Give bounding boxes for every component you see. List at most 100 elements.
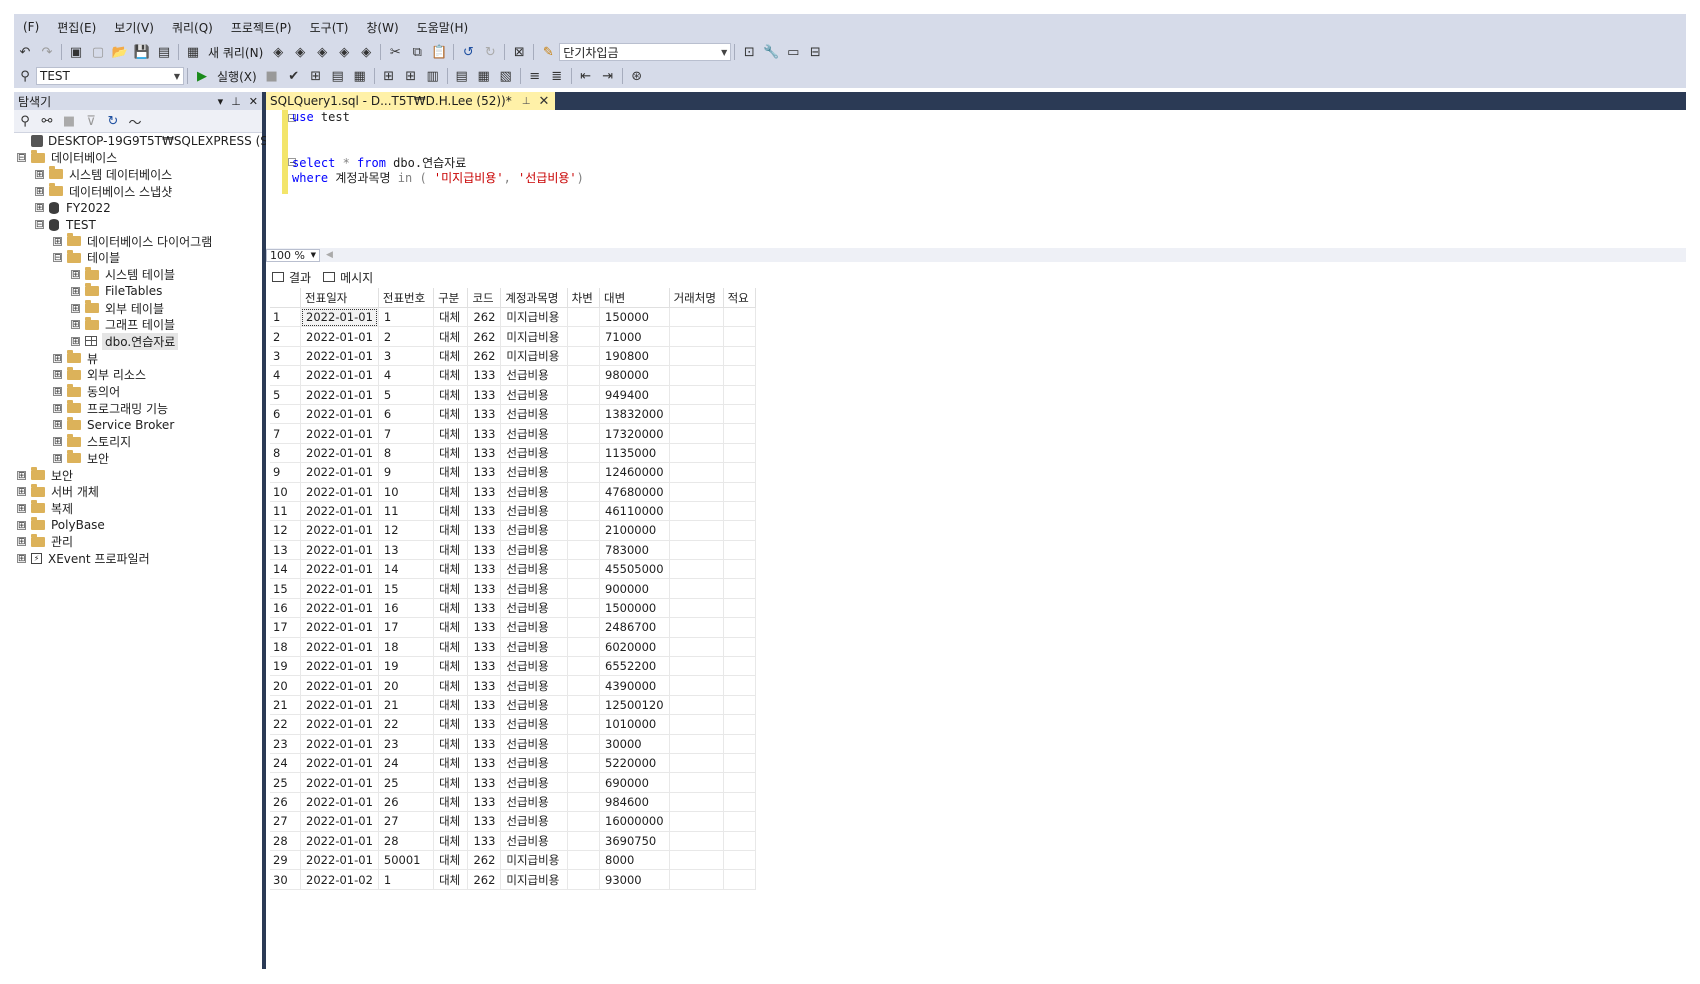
database-combo[interactable]: TEST ▼ (36, 67, 184, 85)
table-row[interactable]: 13 2022-01-01 13 대체 133 선급비용 783000 (270, 540, 756, 561)
grid-cell[interactable]: 2022-01-01 (300, 850, 379, 871)
specify-values-icon[interactable]: ⊛ (626, 66, 648, 86)
new-query-icon[interactable]: ▦ (182, 42, 204, 62)
column-header[interactable]: 계정과목명 (500, 288, 568, 308)
grid-cell[interactable] (567, 559, 601, 580)
grid-cell[interactable]: 15 (378, 578, 435, 599)
grid-cell[interactable]: 대체 (433, 482, 469, 502)
table-row[interactable]: 12 2022-01-01 12 대체 133 선급비용 2100000 (270, 520, 756, 541)
redo-icon[interactable]: ↻ (479, 42, 501, 62)
grid-cell[interactable]: 대체 (433, 501, 469, 522)
grid-cell[interactable] (567, 404, 601, 425)
grid-cell[interactable]: 133 (467, 637, 502, 658)
grid-cell[interactable] (567, 385, 601, 405)
grid-cell[interactable]: 2022-01-01 (300, 346, 379, 367)
table-row[interactable]: 1 2022-01-01 1 대체 262 미지급비용 150000 (270, 307, 756, 328)
table-row[interactable]: 25 2022-01-01 25 대체 133 선급비용 690000 (270, 772, 756, 793)
grid-cell[interactable]: 선급비용 (500, 520, 568, 541)
grid-cell[interactable]: 133 (467, 753, 502, 774)
expand-icon[interactable]: ⊞ (17, 520, 26, 530)
grid-cell[interactable]: 대체 (433, 850, 469, 871)
grid-cell[interactable]: 2022-01-01 (300, 423, 379, 444)
grid-cell[interactable] (669, 675, 724, 696)
grid-cell[interactable]: 10 (378, 482, 435, 502)
grid-cell[interactable]: 12 (378, 520, 435, 541)
grid-cell[interactable]: 133 (467, 811, 502, 832)
table-row[interactable]: 24 2022-01-01 24 대체 133 선급비용 5220000 (270, 753, 756, 774)
tree-node[interactable]: ⊞ Service Broker (53, 416, 174, 434)
grid-cell[interactable]: 783000 (599, 540, 670, 561)
grid-cell[interactable]: 대체 (433, 772, 469, 793)
grid-cell[interactable]: 1 (378, 869, 435, 890)
row-number[interactable]: 8 (270, 443, 302, 464)
grid-cell[interactable]: 900000 (599, 578, 670, 599)
tree-node[interactable]: ⊟ 테이블 (53, 249, 120, 267)
grid-cell[interactable]: 대체 (433, 346, 469, 367)
results-to-grid-icon[interactable]: ▦ (349, 66, 371, 86)
grid-cell[interactable]: 18 (378, 637, 435, 658)
expand-icon[interactable]: ⊞ (71, 320, 80, 330)
save-all-icon[interactable]: ▤ (153, 42, 175, 62)
activity-icon[interactable]: 〜 (124, 111, 146, 131)
grid-cell[interactable]: 11 (378, 501, 435, 522)
find-icon[interactable]: ✎ (537, 42, 559, 62)
menu-file[interactable]: (F) (14, 20, 48, 34)
grid-cell[interactable]: 대체 (433, 462, 469, 483)
results-grid-icon[interactable]: ▦ (473, 66, 495, 86)
grid-cell[interactable]: 2022-01-01 (300, 365, 379, 386)
grid-cell[interactable]: 150000 (599, 307, 670, 328)
grid-cell[interactable]: 대체 (433, 578, 469, 599)
grid-cell[interactable]: 대체 (433, 831, 469, 851)
grid-cell[interactable] (669, 365, 724, 386)
grid-cell[interactable]: 133 (467, 501, 502, 522)
grid-cell[interactable] (723, 578, 756, 599)
grid-cell[interactable] (669, 734, 724, 754)
tree-node[interactable]: ⊞ FileTables (71, 282, 162, 300)
grid-cell[interactable]: 50001 (378, 850, 435, 871)
grid-cell[interactable]: 2100000 (599, 520, 670, 541)
grid-cell[interactable]: 2022-01-01 (300, 714, 379, 735)
pin-icon[interactable]: ⊥ (231, 95, 241, 108)
menu-view[interactable]: 보기(V) (105, 19, 163, 36)
table-row[interactable]: 16 2022-01-01 16 대체 133 선급비용 1500000 (270, 598, 756, 619)
close-icon[interactable]: ✕ (538, 94, 549, 109)
dropdown-icon[interactable]: ▾ (218, 95, 224, 108)
grid-cell[interactable] (567, 695, 601, 716)
grid-cell[interactable]: 1500000 (599, 598, 670, 619)
tree-node[interactable]: ⊞ 보안 (53, 449, 109, 467)
expand-icon[interactable]: ⊞ (35, 186, 44, 196)
grid-cell[interactable]: 24 (378, 753, 435, 774)
visual-studio-icon[interactable]: ⊡ (738, 42, 760, 62)
tab-sqlquery1[interactable]: SQLQuery1.sql - D...T5T₩D.H.Lee (52))* ⊥… (266, 92, 556, 110)
collapse-icon[interactable]: ⊟ (53, 253, 62, 263)
menu-project[interactable]: 프로젝트(P) (222, 19, 301, 36)
grid-cell[interactable]: 대체 (433, 675, 469, 696)
grid-cell[interactable] (669, 617, 724, 638)
grid-cell[interactable]: 선급비용 (500, 675, 568, 696)
connect-dropdown-icon[interactable]: ⚲ (14, 111, 36, 131)
grid-cell[interactable]: 133 (467, 598, 502, 619)
grid-cell[interactable] (567, 617, 601, 638)
grid-cell[interactable] (723, 307, 756, 328)
grid-cell[interactable]: 대체 (433, 695, 469, 716)
grid-cell[interactable]: 262 (467, 307, 502, 328)
sql-editor[interactable]: − use test − select * from dbo.연습자료 wher… (266, 110, 1686, 248)
grid-cell[interactable]: 선급비용 (500, 617, 568, 638)
grid-cell[interactable] (723, 869, 756, 890)
table-row[interactable]: 15 2022-01-01 15 대체 133 선급비용 900000 (270, 578, 756, 599)
client-stats-icon[interactable]: ▥ (422, 66, 444, 86)
table-row[interactable]: 10 2022-01-01 10 대체 133 선급비용 47680000 (270, 482, 756, 502)
grid-cell[interactable] (567, 850, 601, 871)
tree-node[interactable]: ⊞ 복제 (17, 499, 73, 517)
grid-cell[interactable] (669, 346, 724, 367)
grid-cell[interactable]: 7 (378, 423, 435, 444)
grid-cell[interactable]: 선급비용 (500, 559, 568, 580)
tree-node[interactable]: ⊞ 데이터베이스 스냅샷 (35, 182, 172, 200)
row-number[interactable]: 23 (270, 734, 302, 754)
grid-cell[interactable]: 2022-01-01 (300, 734, 379, 754)
grid-cell[interactable]: 2022-01-01 (300, 772, 379, 793)
grid-cell[interactable]: 미지급비용 (500, 326, 568, 347)
row-number[interactable]: 24 (270, 753, 302, 774)
grid-cell[interactable]: 선급비용 (500, 598, 568, 619)
properties-icon[interactable]: 🔧 (760, 42, 782, 62)
